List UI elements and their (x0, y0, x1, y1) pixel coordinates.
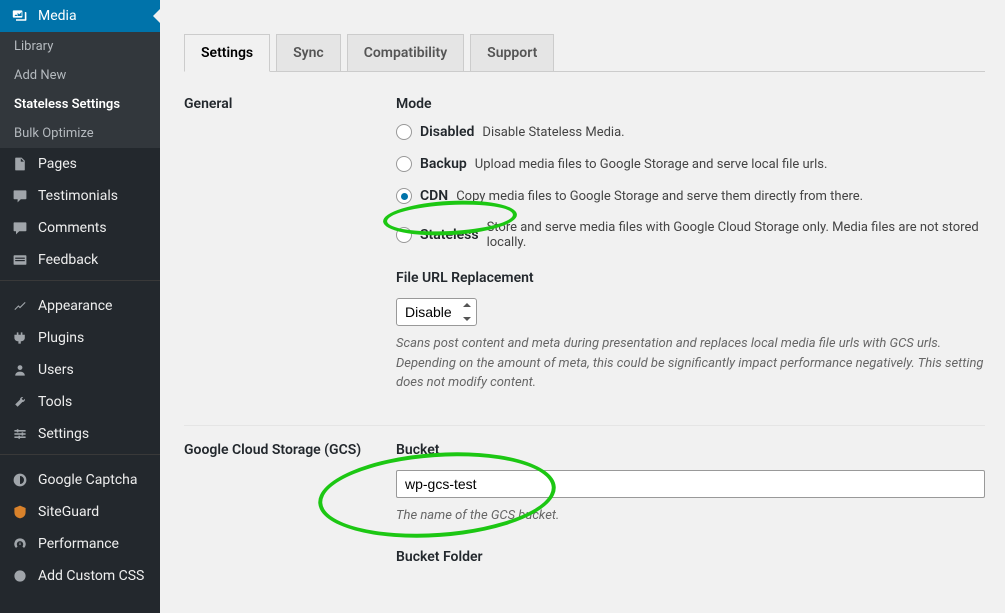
performance-icon (10, 536, 30, 552)
tab-support[interactable]: Support (470, 34, 554, 71)
media-icon (10, 8, 30, 24)
sidebar-sub-addnew[interactable]: Add New (0, 61, 160, 90)
users-icon (10, 362, 30, 378)
sidebar-feedback[interactable]: Feedback (0, 244, 160, 276)
fileurl-desc: Scans post content and meta during prese… (396, 334, 985, 393)
radio-backup-label: Backup (420, 156, 467, 172)
sidebar-performance[interactable]: Performance (0, 528, 160, 560)
section-gcs-label: Google Cloud Storage (GCS) (184, 442, 396, 578)
sidebar-pages[interactable]: Pages (0, 148, 160, 180)
pages-icon (10, 156, 30, 172)
sidebar-media[interactable]: Media (0, 0, 160, 32)
feedback-icon (10, 252, 30, 268)
siteguard-icon (10, 504, 30, 520)
fileurl-select[interactable]: Disable (396, 298, 477, 326)
mode-title: Mode (396, 96, 985, 112)
testimonials-icon (10, 188, 30, 204)
tab-compatibility[interactable]: Compatibility (347, 34, 464, 71)
sidebar-sub-library[interactable]: Library (0, 32, 160, 61)
sidebar-captcha[interactable]: Google Captcha (0, 464, 160, 496)
appearance-icon (10, 298, 30, 314)
radio-cdn-desc: Copy media files to Google Storage and s… (456, 189, 863, 204)
radio-stateless[interactable] (396, 227, 412, 243)
radio-cdn[interactable] (396, 188, 412, 204)
sidebar-testimonials[interactable]: Testimonials (0, 180, 160, 212)
sidebar-item-label: Media (38, 8, 77, 24)
comments-icon (10, 220, 30, 236)
settings-icon (10, 426, 30, 442)
plugins-icon (10, 330, 30, 346)
section-general-label: General (184, 96, 396, 393)
tabs: Settings Sync Compatibility Support (184, 34, 985, 72)
sidebar-comments[interactable]: Comments (0, 212, 160, 244)
radio-backup[interactable] (396, 156, 412, 172)
radio-disabled-desc: Disable Stateless Media. (482, 125, 624, 140)
tools-icon (10, 394, 30, 410)
captcha-icon (10, 472, 30, 488)
sidebar-sub-stateless[interactable]: Stateless Settings (0, 90, 160, 119)
tab-sync[interactable]: Sync (276, 34, 341, 71)
radio-backup-desc: Upload media files to Google Storage and… (475, 157, 828, 172)
fileurl-title: File URL Replacement (396, 270, 985, 286)
radio-cdn-label: CDN (420, 188, 448, 204)
css-icon (10, 568, 30, 584)
radio-disabled[interactable] (396, 124, 412, 140)
sidebar-plugins[interactable]: Plugins (0, 322, 160, 354)
radio-stateless-label: Stateless (420, 227, 479, 243)
sidebar-settings[interactable]: Settings (0, 418, 160, 450)
bucket-title: Bucket (396, 442, 985, 458)
sidebar-appearance[interactable]: Appearance (0, 290, 160, 322)
radio-stateless-desc: Store and serve media files with Google … (487, 220, 985, 250)
sidebar-users[interactable]: Users (0, 354, 160, 386)
bucket-input[interactable] (396, 470, 985, 498)
bucket-folder-title: Bucket Folder (396, 549, 985, 565)
sidebar-sub-bulk[interactable]: Bulk Optimize (0, 119, 160, 148)
sidebar-siteguard[interactable]: SiteGuard (0, 496, 160, 528)
sidebar-tools[interactable]: Tools (0, 386, 160, 418)
radio-disabled-label: Disabled (420, 124, 474, 140)
tab-settings[interactable]: Settings (184, 34, 270, 72)
bucket-desc: The name of the GCS bucket. (396, 506, 985, 526)
sidebar-css[interactable]: Add Custom CSS (0, 560, 160, 592)
